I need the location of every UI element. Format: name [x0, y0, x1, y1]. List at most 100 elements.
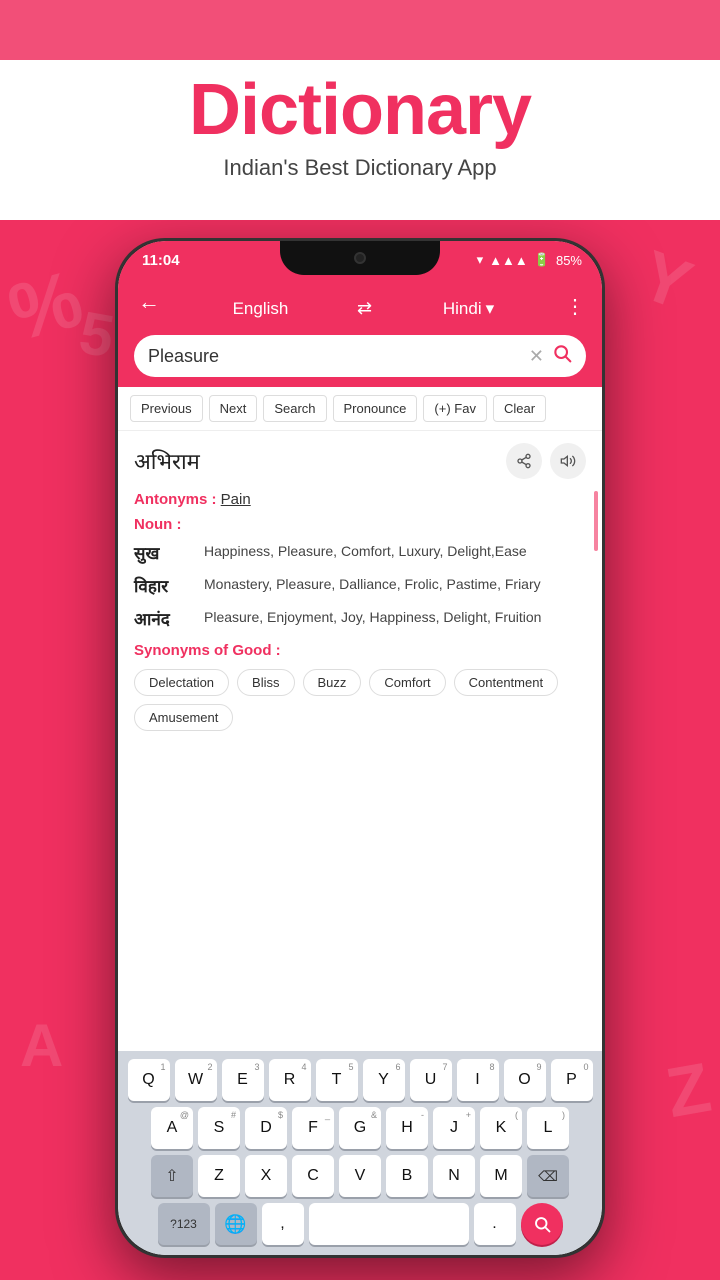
- numbers-key[interactable]: ?123: [158, 1203, 210, 1245]
- battery-icon: 🔋: [534, 252, 550, 268]
- status-icons: ▾ ▲▲▲ 🔋 85%: [477, 252, 582, 268]
- search-button[interactable]: Search: [263, 395, 326, 422]
- dropdown-icon: ▾: [486, 299, 495, 319]
- status-time: 11:04: [138, 252, 180, 269]
- key-n[interactable]: N: [433, 1155, 475, 1197]
- key-x[interactable]: X: [245, 1155, 287, 1197]
- globe-key[interactable]: 🌐: [215, 1203, 257, 1245]
- backspace-key[interactable]: ⌫: [527, 1155, 569, 1197]
- action-buttons-row: Previous Next Search Pronounce (+) Fav C…: [118, 387, 602, 431]
- shift-key[interactable]: ⇧: [151, 1155, 193, 1197]
- synonyms-title: Synonyms of Good :: [134, 642, 586, 659]
- word-english-2: Monastery, Pleasure, Dalliance, Frolic, …: [204, 574, 586, 595]
- key-i[interactable]: 8I: [457, 1059, 499, 1101]
- keyboard-row-2: @A #S $D _F &G -H +J (K )L: [122, 1107, 598, 1149]
- word-hindi-1: सुख: [134, 541, 194, 564]
- translation-icons: [506, 443, 586, 479]
- more-options-button[interactable]: ⋮: [565, 294, 586, 319]
- space-key[interactable]: [309, 1203, 469, 1245]
- wifi-icon: ▾: [477, 252, 484, 268]
- search-bar-container: ✕: [118, 329, 602, 387]
- antonyms-word[interactable]: Pain: [221, 491, 251, 508]
- language-from[interactable]: English: [174, 299, 347, 319]
- synonym-tag[interactable]: Amusement: [134, 704, 233, 731]
- keyboard: 1Q 2W 3E 4R 5T 6Y 7U 8I 9O 0P @A #S $D _…: [118, 1051, 602, 1255]
- key-w[interactable]: 2W: [175, 1059, 217, 1101]
- synonym-tag[interactable]: Bliss: [237, 669, 294, 696]
- app-subtitle: Indian's Best Dictionary App: [223, 155, 496, 181]
- battery-percent: 85%: [556, 253, 582, 268]
- clear-search-button[interactable]: ✕: [529, 346, 544, 367]
- noun-label: Noun :: [134, 516, 586, 533]
- key-h[interactable]: -H: [386, 1107, 428, 1149]
- keyboard-row-4: ?123 🌐 , .: [122, 1203, 598, 1245]
- comma-key[interactable]: ,: [262, 1203, 304, 1245]
- clear-button[interactable]: Clear: [493, 395, 546, 422]
- search-input[interactable]: [148, 346, 521, 367]
- key-g[interactable]: &G: [339, 1107, 381, 1149]
- antonyms-label: Antonyms :: [134, 491, 217, 508]
- key-o[interactable]: 9O: [504, 1059, 546, 1101]
- phone-mockup: 11:04 ▾ ▲▲▲ 🔋 85% ← English ⇄ Hindi ▾ ⋮: [115, 238, 605, 1258]
- keyboard-search-button[interactable]: [521, 1203, 563, 1245]
- key-p[interactable]: 0P: [551, 1059, 593, 1101]
- key-b[interactable]: B: [386, 1155, 428, 1197]
- key-v[interactable]: V: [339, 1155, 381, 1197]
- key-d[interactable]: $D: [245, 1107, 287, 1149]
- pronounce-button[interactable]: Pronounce: [333, 395, 418, 422]
- share-button[interactable]: [506, 443, 542, 479]
- key-f[interactable]: _F: [292, 1107, 334, 1149]
- keyboard-row-3: ⇧ Z X C V B N M ⌫: [122, 1155, 598, 1197]
- signal-icon: ▲▲▲: [489, 253, 528, 268]
- keyboard-row-1: 1Q 2W 3E 4R 5T 6Y 7U 8I 9O 0P: [122, 1059, 598, 1101]
- search-submit-button[interactable]: [552, 343, 572, 369]
- word-hindi-2: विहार: [134, 574, 194, 597]
- sound-button[interactable]: [550, 443, 586, 479]
- hindi-translation-row: अभिराम: [134, 443, 586, 479]
- phone-notch: [280, 241, 440, 275]
- word-english-1: Happiness, Pleasure, Comfort, Luxury, De…: [204, 541, 586, 562]
- synonym-tag[interactable]: Delectation: [134, 669, 229, 696]
- synonym-tag[interactable]: Buzz: [303, 669, 362, 696]
- swap-languages-button[interactable]: ⇄: [357, 298, 372, 319]
- phone-wrapper: % 5 Y A Z 11:04 ▾ ▲▲▲ 🔋 85% ← English: [0, 220, 720, 1280]
- key-z[interactable]: Z: [198, 1155, 240, 1197]
- top-banner: Dictionary Indian's Best Dictionary App: [0, 0, 720, 220]
- hindi-word: अभिराम: [134, 446, 200, 476]
- table-row: विहार Monastery, Pleasure, Dalliance, Fr…: [134, 574, 586, 597]
- key-s[interactable]: #S: [198, 1107, 240, 1149]
- key-a[interactable]: @A: [151, 1107, 193, 1149]
- app-title: Dictionary: [189, 69, 531, 151]
- key-t[interactable]: 5T: [316, 1059, 358, 1101]
- content-area: अभिराम Antonyms : Pain: [118, 431, 602, 931]
- key-e[interactable]: 3E: [222, 1059, 264, 1101]
- synonym-tag[interactable]: Contentment: [454, 669, 558, 696]
- table-row: आनंद Pleasure, Enjoyment, Joy, Happiness…: [134, 607, 586, 630]
- key-r[interactable]: 4R: [269, 1059, 311, 1101]
- scroll-indicator: [594, 491, 598, 551]
- banner-bg: [0, 0, 720, 60]
- key-c[interactable]: C: [292, 1155, 334, 1197]
- key-j[interactable]: +J: [433, 1107, 475, 1149]
- search-input-wrap: ✕: [134, 335, 586, 377]
- key-u[interactable]: 7U: [410, 1059, 452, 1101]
- antonyms-row: Antonyms : Pain: [134, 491, 586, 508]
- next-button[interactable]: Next: [209, 395, 258, 422]
- language-to[interactable]: Hindi ▾: [382, 299, 555, 319]
- back-button[interactable]: ←: [134, 285, 164, 319]
- word-hindi-3: आनंद: [134, 607, 194, 630]
- word-english-3: Pleasure, Enjoyment, Joy, Happiness, Del…: [204, 607, 586, 628]
- synonym-tag[interactable]: Comfort: [369, 669, 445, 696]
- key-q[interactable]: 1Q: [128, 1059, 170, 1101]
- fav-button[interactable]: (+) Fav: [423, 395, 487, 422]
- notch-camera: [354, 252, 366, 264]
- key-k[interactable]: (K: [480, 1107, 522, 1149]
- key-y[interactable]: 6Y: [363, 1059, 405, 1101]
- previous-button[interactable]: Previous: [130, 395, 203, 422]
- period-key[interactable]: .: [474, 1203, 516, 1245]
- synonym-tags: Delectation Bliss Buzz Comfort Contentme…: [134, 669, 586, 731]
- word-table: सुख Happiness, Pleasure, Comfort, Luxury…: [134, 541, 586, 630]
- table-row: सुख Happiness, Pleasure, Comfort, Luxury…: [134, 541, 586, 564]
- key-l[interactable]: )L: [527, 1107, 569, 1149]
- key-m[interactable]: M: [480, 1155, 522, 1197]
